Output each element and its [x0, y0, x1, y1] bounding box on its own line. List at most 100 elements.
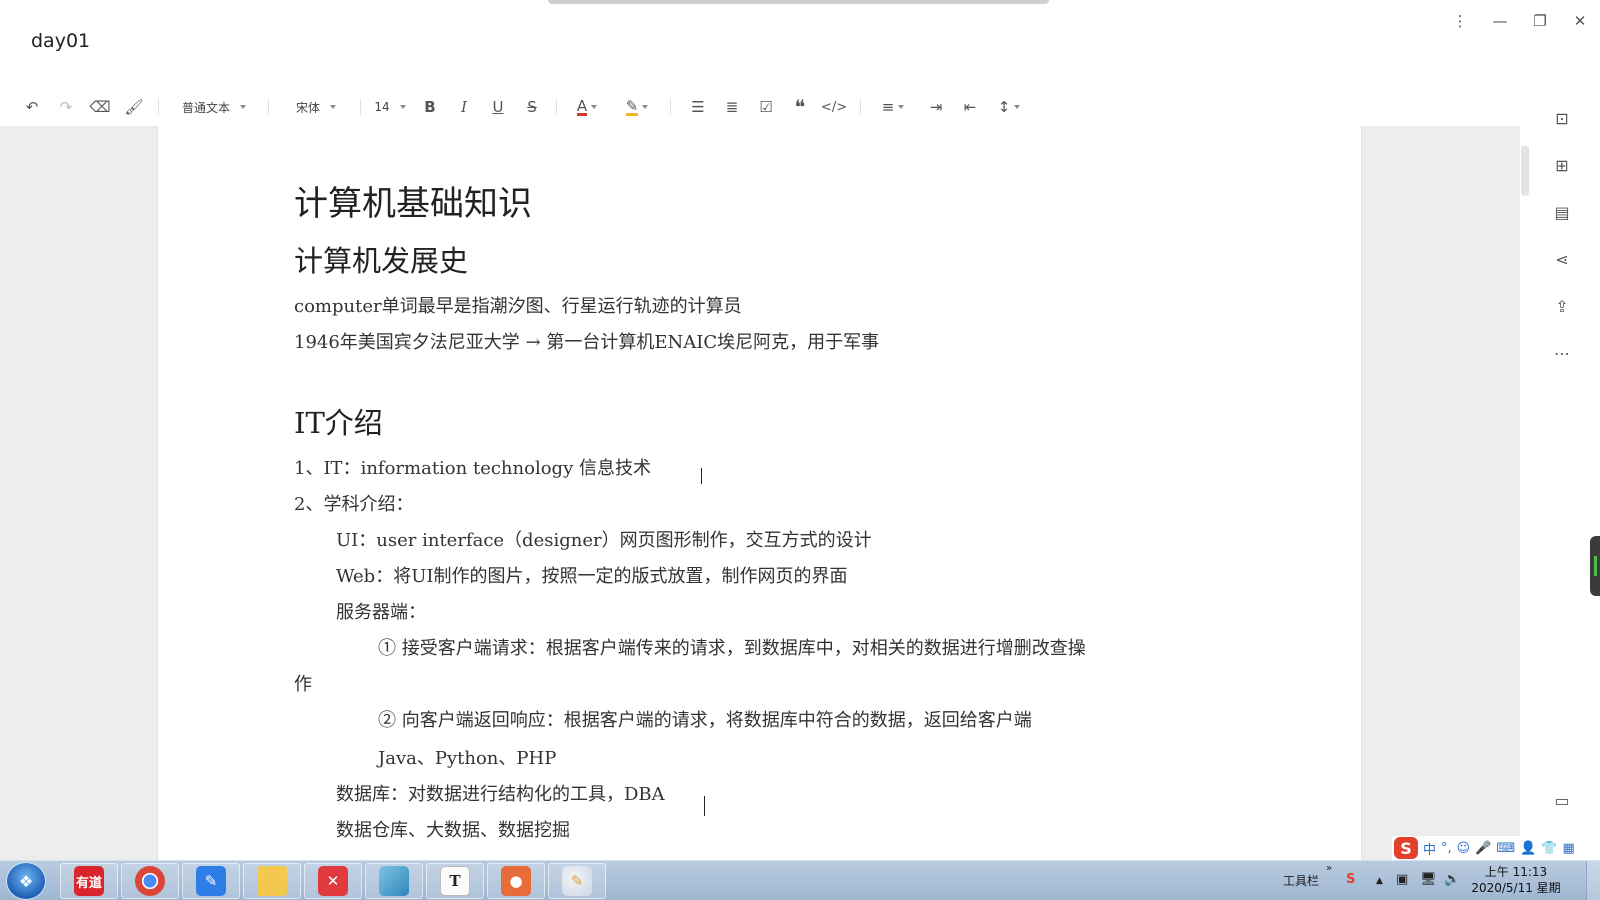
paragraph-ui[interactable]: UI：user interface（designer）网页图形制作，交互方式的设…: [336, 526, 872, 552]
quote-button[interactable]: ❝: [788, 90, 812, 124]
more-menu-icon[interactable]: ⋮: [1443, 8, 1477, 34]
font-color-button[interactable]: A: [570, 90, 604, 124]
numbered-list-button[interactable]: ≣: [720, 90, 744, 124]
show-desktop-button[interactable]: [1586, 861, 1600, 900]
user-icon[interactable]: 👤: [1520, 841, 1536, 856]
volume-icon[interactable]: 🔊: [1444, 872, 1460, 887]
toolbar-divider: [360, 99, 361, 115]
bullet-list-button[interactable]: ☰: [686, 90, 710, 124]
document-page[interactable]: 计算机基础知识 计算机发展史 computer单词最早是指潮汐图、行星运行轨迹的…: [158, 126, 1361, 860]
chrome-icon: [135, 866, 165, 896]
paragraph-big-data[interactable]: 数据仓库、大数据、数据挖掘: [336, 816, 570, 842]
toolbar-divider: [556, 99, 557, 115]
heading-it-intro[interactable]: IT介绍: [294, 400, 383, 442]
rectangle-icon: ▭: [1554, 790, 1570, 810]
document-title[interactable]: day01: [31, 30, 90, 52]
share-button[interactable]: ⋖: [1550, 247, 1574, 271]
heading-computer-history[interactable]: 计算机发展史: [294, 238, 468, 280]
paragraph-history-2[interactable]: 1946年美国宾夕法尼亚大学 → 第一台计算机ENAIC埃尼阿克，用于军事: [294, 328, 879, 354]
paragraph-history-1[interactable]: computer单词最早是指潮汐图、行星运行轨迹的计算员: [294, 292, 742, 318]
usb-device-icon[interactable]: ▣: [1396, 872, 1408, 887]
undo-button[interactable]: ↶: [20, 90, 44, 124]
paragraph-it-2[interactable]: 2、学科介绍：: [294, 490, 413, 516]
export-button[interactable]: ⇪: [1550, 294, 1574, 318]
network-icon[interactable]: 🖥: [1420, 872, 1437, 887]
strikethrough-button[interactable]: S: [520, 90, 544, 124]
font-size-dropdown[interactable]: 14: [370, 90, 410, 124]
paragraph-database[interactable]: 数据库：对数据进行结构化的工具，DBA: [336, 780, 665, 806]
paragraph-server-item-1[interactable]: ① 接受客户端请求：根据客户端传来的请求，到数据库中，对相关的数据进行增删改查操: [378, 634, 1086, 660]
microphone-icon[interactable]: 🎤: [1475, 841, 1491, 856]
heading-computer-basics[interactable]: 计算机基础知识: [294, 176, 532, 225]
taskbar-editor[interactable]: [365, 863, 423, 899]
eraser-icon: ⌫: [89, 98, 111, 116]
italic-button[interactable]: I: [452, 90, 476, 124]
bold-button[interactable]: B: [418, 90, 442, 124]
taskbar-typora[interactable]: T: [426, 863, 484, 899]
paragraph-style-dropdown[interactable]: 普通文本: [178, 90, 250, 124]
align-dropdown[interactable]: ≡: [876, 90, 910, 124]
share-icon: ⋖: [1555, 249, 1569, 269]
toolbox-icon[interactable]: ▦: [1563, 841, 1575, 856]
punctuation-icon[interactable]: °,: [1441, 841, 1452, 856]
line-spacing-dropdown[interactable]: ↕: [992, 90, 1026, 124]
emoji-icon[interactable]: ☺: [1457, 841, 1471, 856]
paragraph-it-1[interactable]: 1、IT：information technology 信息技术: [294, 454, 651, 480]
outline-button[interactable]: ⊡: [1550, 106, 1574, 130]
minimize-button[interactable]: —: [1483, 8, 1517, 34]
indent-button[interactable]: ⇥: [924, 90, 948, 124]
taskbar-youdao[interactable]: 有道: [60, 863, 118, 899]
system-clock[interactable]: 上午 11:13 2020/5/11 星期一: [1466, 864, 1566, 900]
paragraph-web[interactable]: Web：将UI制作的图片，按照一定的版式放置，制作网页的界面: [336, 562, 848, 588]
taskbar-chrome[interactable]: [121, 863, 179, 899]
outdent-button[interactable]: ⇤: [958, 90, 982, 124]
fullscreen-button[interactable]: ▭: [1550, 788, 1574, 812]
sogou-tray-icon[interactable]: S: [1346, 872, 1355, 887]
taskbar-notes[interactable]: ✎: [182, 863, 240, 899]
ime-mode[interactable]: 中: [1423, 839, 1436, 858]
presentation-icon: ●: [501, 866, 531, 896]
document-scroll-area[interactable]: 计算机基础知识 计算机发展史 computer单词最早是指潮汐图、行星运行轨迹的…: [0, 126, 1520, 860]
bullet-list-icon: ☰: [691, 98, 705, 116]
paragraph-server-item-2[interactable]: ② 向客户端返回响应：根据客户端的请求，将数据库中符合的数据，返回给客户端: [378, 706, 1032, 732]
skin-icon[interactable]: 👕: [1541, 841, 1557, 856]
toolbar-divider: [158, 99, 159, 115]
paragraph-server[interactable]: 服务器端：: [336, 598, 426, 624]
restore-button[interactable]: ❐: [1523, 8, 1557, 34]
chevron-double-right-icon[interactable]: »: [1326, 863, 1332, 874]
right-sidebar: ⊡ ⊞ ▤ ⋖ ⇪ ⋯ ▭: [1520, 86, 1600, 860]
xmind-icon: ✕: [318, 866, 348, 896]
more-options-button[interactable]: ⋯: [1550, 341, 1574, 365]
side-panel-handle[interactable]: [1590, 536, 1600, 596]
format-painter-icon: 🖌: [124, 98, 144, 116]
top-drag-handle[interactable]: [548, 0, 1049, 4]
toolbar-tray-label[interactable]: 工具栏: [1283, 872, 1319, 889]
insert-button[interactable]: ⊞: [1550, 153, 1574, 177]
notebook-icon: [379, 866, 409, 896]
taskbar-xmind[interactable]: ✕: [304, 863, 362, 899]
font-family-dropdown[interactable]: 宋体: [288, 90, 344, 124]
code-button[interactable]: </>: [821, 90, 847, 124]
font-family-value: 宋体: [295, 100, 320, 115]
highlight-color-button[interactable]: ✎: [620, 90, 654, 124]
sogou-ime-logo-icon[interactable]: S: [1394, 837, 1418, 859]
taskbar-explorer[interactable]: [243, 863, 301, 899]
toolbar-divider: [670, 99, 671, 115]
format-painter-button[interactable]: 🖌: [122, 90, 146, 124]
keyboard-icon[interactable]: ⌨: [1496, 841, 1515, 856]
close-button[interactable]: ✕: [1563, 8, 1597, 34]
taskbar-paint[interactable]: ✎: [548, 863, 606, 899]
paragraph-server-item-1-wrap[interactable]: 作: [294, 670, 312, 696]
clear-format-button[interactable]: ⌫: [88, 90, 112, 124]
taskbar-powerpoint[interactable]: ●: [487, 863, 545, 899]
paragraph-style-value: 普通文本: [181, 100, 230, 115]
highlighter-icon: ✎: [625, 96, 639, 116]
document-info-button[interactable]: ▤: [1550, 200, 1574, 224]
redo-button[interactable]: ↷: [54, 90, 78, 124]
vertical-scrollbar-thumb[interactable]: [1521, 146, 1529, 196]
task-list-button[interactable]: ☑: [754, 90, 778, 124]
chevron-up-icon[interactable]: ▲: [1376, 876, 1383, 886]
start-button[interactable]: ❖: [6, 862, 46, 900]
underline-button[interactable]: U: [486, 90, 510, 124]
paragraph-languages[interactable]: Java、Python、PHP: [378, 744, 556, 770]
